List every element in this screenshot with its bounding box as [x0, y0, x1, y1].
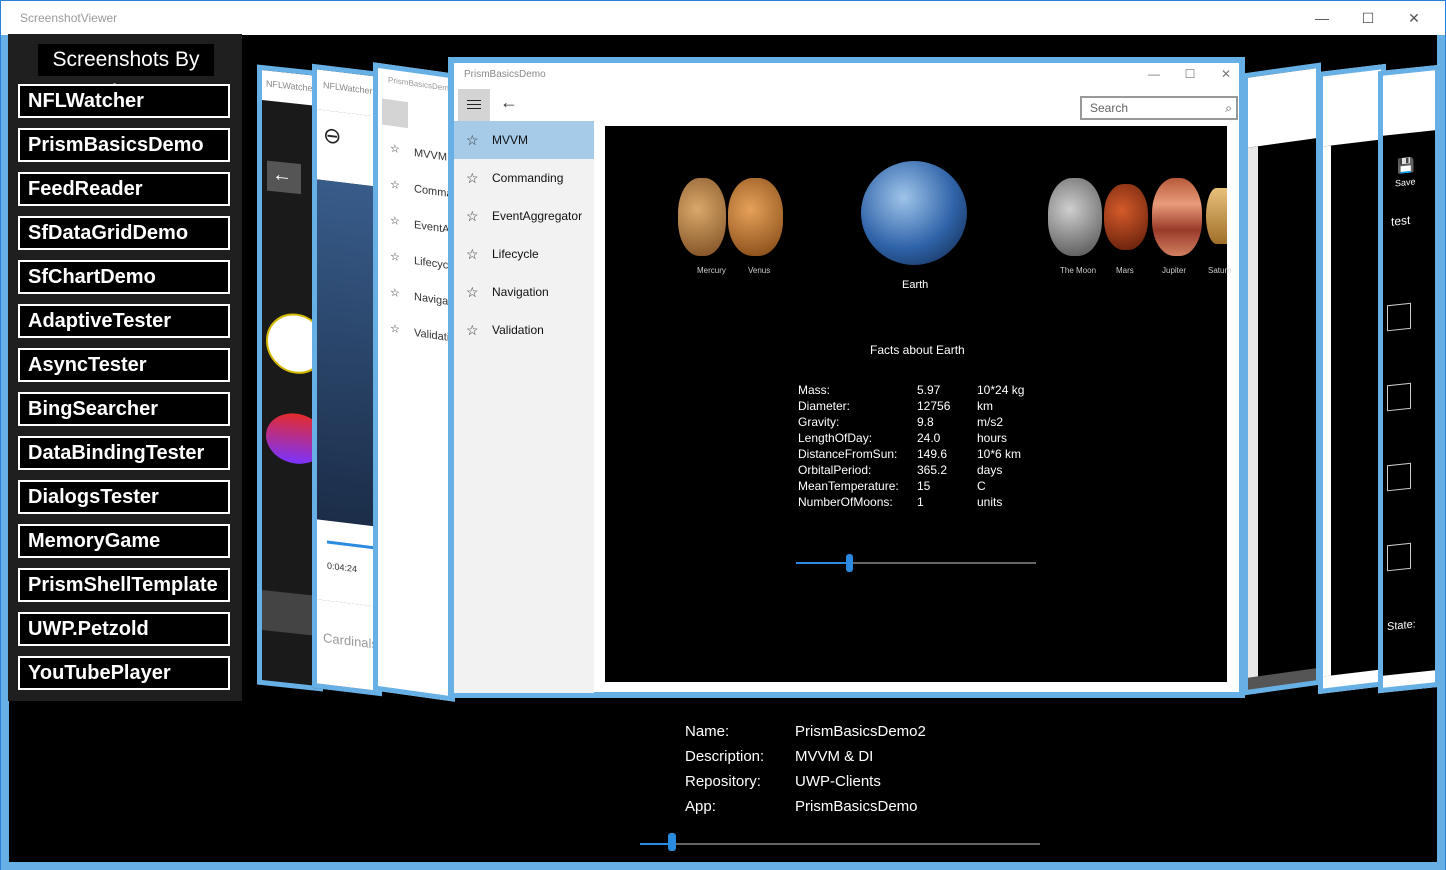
planet-label: The Moon	[1060, 266, 1097, 275]
nav-item-navigation[interactable]: ☆ Navigation	[454, 273, 594, 311]
maximize-button[interactable]: ☐	[1345, 1, 1391, 35]
nav-item-commanding[interactable]: ☆ Commanding	[454, 159, 594, 197]
search-icon: ⌕	[1225, 101, 1232, 115]
nav-pane: ☆ MVVM ☆ Commanding ☆ EventAggregator ☆ Life…	[454, 121, 594, 693]
hamburger-icon	[382, 98, 408, 129]
fact-row: Diameter: 12756 km	[798, 399, 993, 413]
search-input[interactable]: Search ⌕	[1080, 96, 1238, 120]
inner-close-icon: ✕	[1220, 67, 1232, 81]
fact-row: Mass: 5.97 10*24 kg	[798, 383, 1025, 397]
save-icon: 💾	[1397, 156, 1415, 175]
nav-item-lifecycle[interactable]: ☆ Lifecycle	[454, 235, 594, 273]
app-button-youtubeplayer[interactable]: YouTubePlayer	[18, 656, 230, 690]
card-nav-item: Navigat	[414, 291, 452, 309]
back-arrow-icon[interactable]: ←	[500, 92, 518, 113]
star-icon: ☆	[466, 208, 479, 224]
detail-name: Name: PrismBasicsDemo2	[685, 723, 926, 740]
card-nav-item: Comma	[414, 183, 453, 201]
moon-image[interactable]	[1048, 178, 1102, 256]
carousel-card-nflwatcher-2[interactable]: NFLWatcher ⊖ 0:04:24 Cardinals	[312, 63, 382, 697]
planet-label: Mercury	[697, 266, 726, 275]
planet-slider-fill	[796, 562, 849, 564]
star-icon: ☆	[466, 246, 479, 262]
nav-item-validation[interactable]: ☆ Validation	[454, 311, 594, 349]
nav-item-eventaggregator[interactable]: ☆ EventAggregator	[454, 197, 594, 235]
star-icon: ☆	[466, 284, 479, 300]
search-placeholder: Search	[1090, 101, 1129, 115]
carousel-card-prismbasicsdemo[interactable]: PrismBasicsDemo ☆ MVVM ☆ Comma ☆ EventAg ☆ L…	[373, 62, 455, 702]
video-frame	[317, 179, 381, 528]
fact-row: OrbitalPeriod: 365.2 days	[798, 463, 1003, 477]
saturn-image[interactable]	[1206, 188, 1227, 244]
mercury-image[interactable]	[678, 178, 726, 256]
sidebar-title: Screenshots By App	[38, 44, 214, 103]
facts-title: Facts about Earth	[870, 343, 965, 357]
planet-label: Mars	[1116, 266, 1134, 275]
star-icon: ☆	[466, 132, 479, 148]
app-button-databindingtester[interactable]: DataBindingTester	[18, 436, 230, 470]
fact-row: DistanceFromSun: 149.6 10*6 km	[798, 447, 1022, 461]
app-button-bingsearcher[interactable]: BingSearcher	[18, 392, 230, 426]
carousel-slider[interactable]	[640, 833, 1040, 851]
planet-slider-thumb[interactable]	[845, 554, 853, 572]
star-icon: ☆	[466, 170, 479, 186]
back-arrow-icon: ←	[272, 163, 292, 188]
earth-image[interactable]	[861, 161, 967, 265]
card-title: PrismBasicsDemo	[388, 75, 454, 94]
app-button-sfdatagriddemo[interactable]: SfDataGridDemo	[18, 216, 230, 250]
planet-label: Venus	[748, 266, 771, 275]
sidebar: Screenshots By App NFLWatcher PrismBasic…	[8, 34, 242, 701]
app-button-sfchartdemo[interactable]: SfChartDemo	[18, 260, 230, 294]
detail-app: App: PrismBasicsDemo	[685, 798, 918, 815]
inner-window-title: PrismBasicsDemo	[464, 69, 546, 80]
carousel-card-right-2[interactable]	[1318, 63, 1386, 695]
minimize-button[interactable]: —	[1299, 1, 1345, 35]
fact-row: Gravity: 9.8 m/s2	[798, 415, 1004, 429]
hamburger-icon[interactable]	[458, 89, 490, 121]
app-button-uwppetzold[interactable]: UWP.Petzold	[18, 612, 230, 646]
carousel-card-right-1[interactable]	[1243, 62, 1321, 696]
close-button[interactable]: ✕	[1391, 1, 1437, 35]
planet-slider[interactable]	[796, 554, 1036, 572]
app-button-memorygame[interactable]: MemoryGame	[18, 524, 230, 558]
app-button-asynctester[interactable]: AsyncTester	[18, 348, 230, 382]
carousel-slider-thumb[interactable]	[668, 833, 676, 851]
planet-label-earth: Earth	[902, 279, 929, 291]
text-label: test	[1391, 212, 1411, 229]
nav-item-mvvm[interactable]: ☆ MVVM	[454, 121, 594, 159]
window-title: ScreenshotViewer	[20, 11, 118, 25]
app-button-adaptivetester[interactable]: AdaptiveTester	[18, 304, 230, 338]
star-icon: ☆	[466, 322, 479, 338]
card-nav-item: Lifecycl	[414, 255, 451, 273]
carousel-card-right-3[interactable]: 💾 Save test State:	[1378, 64, 1440, 694]
mars-image[interactable]	[1104, 184, 1148, 250]
venus-image[interactable]	[728, 178, 783, 256]
planet-label: Jupiter	[1162, 266, 1187, 275]
card-nav-item: Validati	[414, 327, 450, 344]
card-nav-item: MVVM	[414, 147, 447, 164]
app-button-nflwatcher[interactable]: NFLWatcher	[18, 84, 230, 118]
app-button-prismbasicsdemo[interactable]: PrismBasicsDemo	[18, 128, 230, 162]
app-button-prismshelltemplate[interactable]: PrismShellTemplate	[18, 568, 230, 602]
carousel-card-selected[interactable]: PrismBasicsDemo — ☐ ✕ ← Search ⌕ ☆ MVVM ☆…	[448, 57, 1245, 698]
planet-label: Saturn	[1208, 266, 1232, 275]
detail-repository: Repository: UWP-Clients	[685, 773, 881, 790]
planet-panel: Mercury Venus Earth The Moon Mars Jupite…	[605, 126, 1232, 682]
fact-row: LengthOfDay: 24.0 hours	[798, 431, 1008, 445]
app-button-dialogstester[interactable]: DialogsTester	[18, 480, 230, 514]
title-bar: ScreenshotViewer — ☐ ✕	[1, 1, 1445, 35]
app-button-feedreader[interactable]: FeedReader	[18, 172, 230, 206]
inner-maximize-icon: ☐	[1184, 67, 1196, 81]
jupiter-image[interactable]	[1152, 178, 1202, 256]
inner-minimize-icon: —	[1148, 67, 1160, 81]
detail-description: Description: MVVM & DI	[685, 748, 874, 765]
back-circle-icon: ⊖	[323, 122, 342, 150]
fact-row: MeanTemperature: 15 C	[798, 479, 986, 493]
fact-row: NumberOfMoons: 1 units	[798, 495, 1003, 509]
